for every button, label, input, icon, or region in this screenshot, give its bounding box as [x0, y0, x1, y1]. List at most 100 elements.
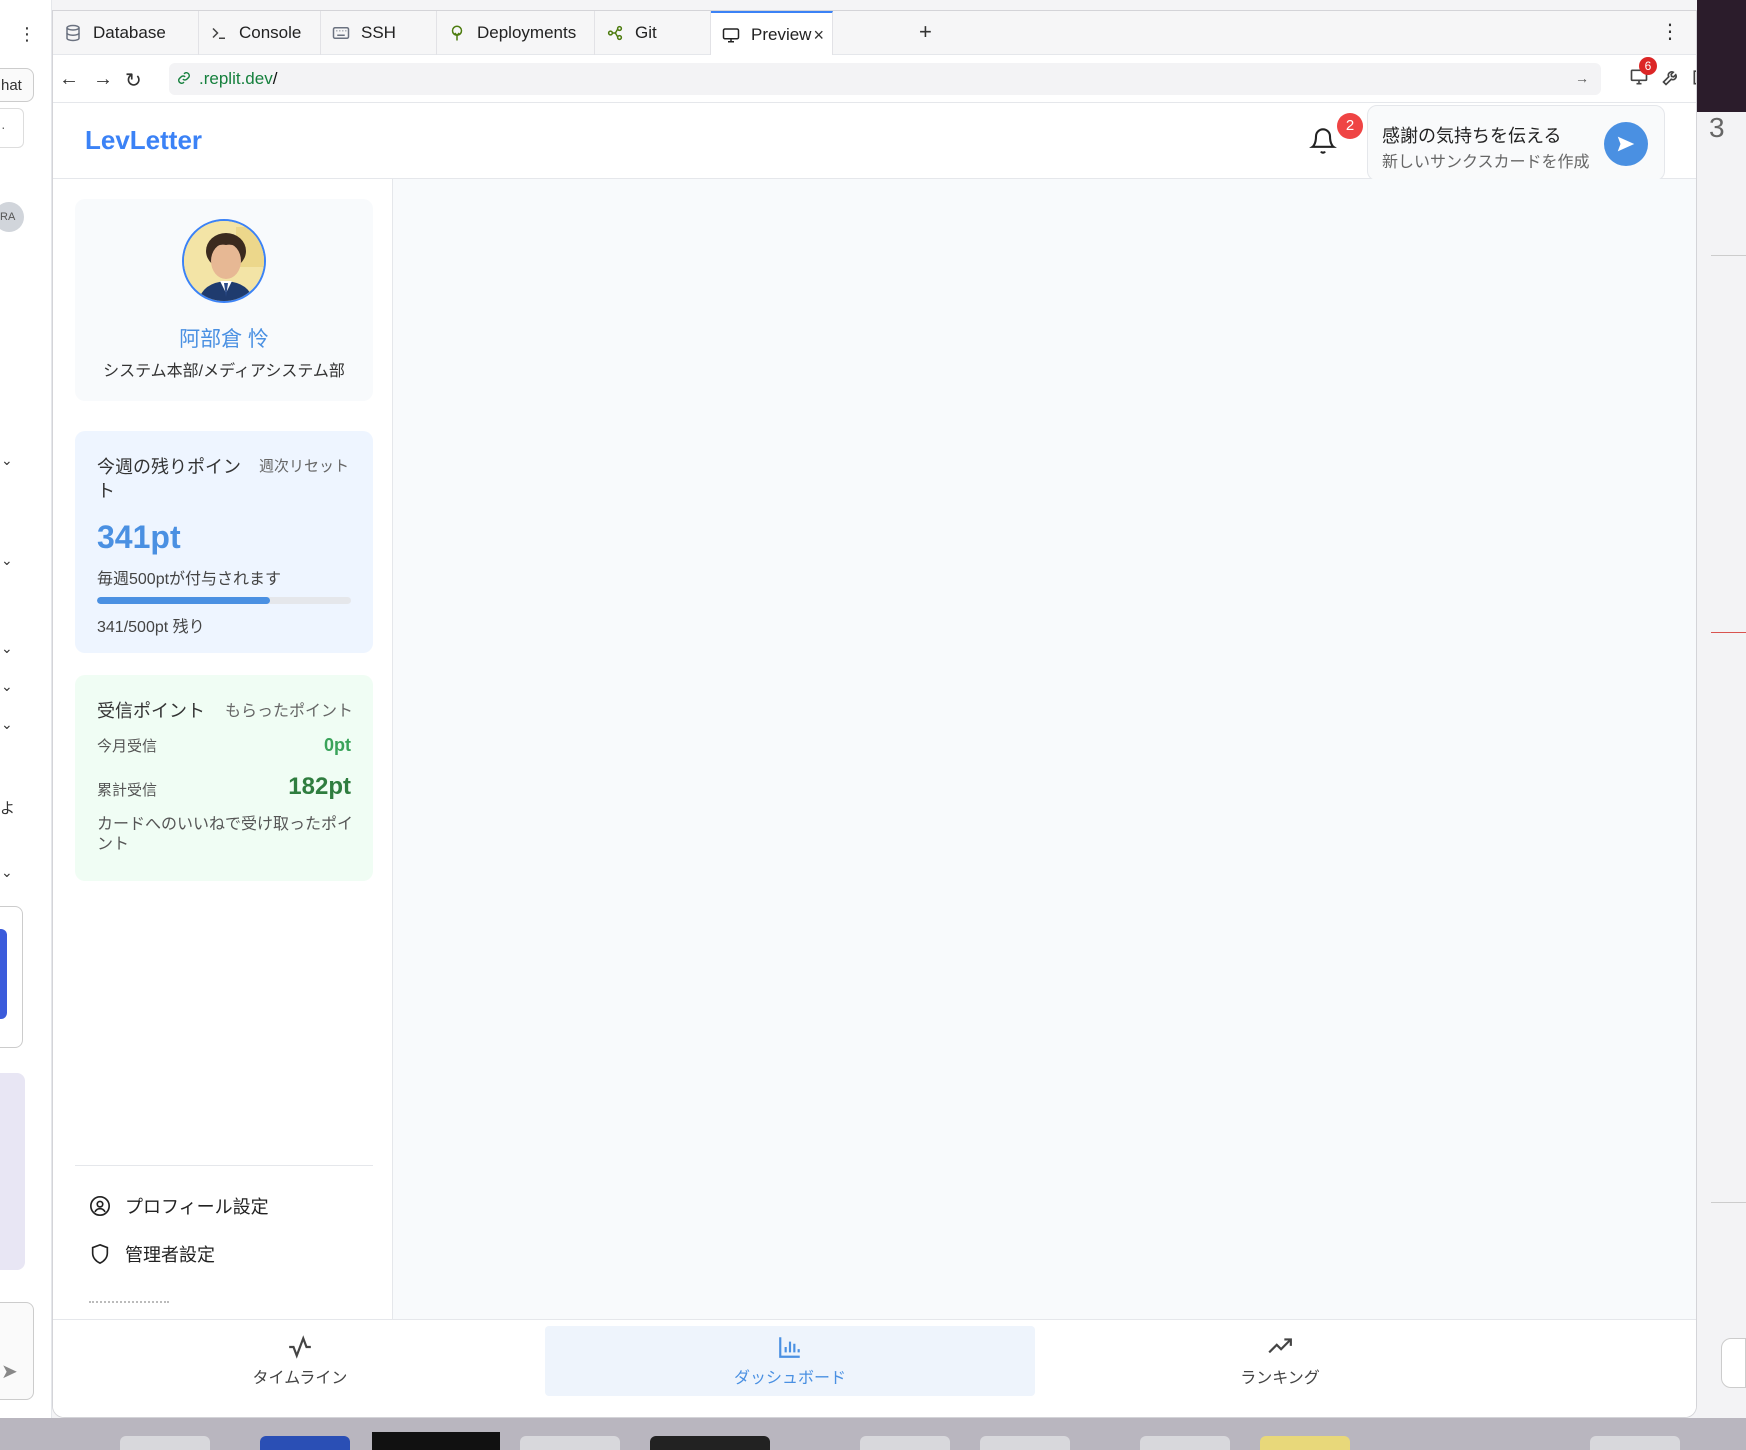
brand-logo[interactable]: LevLetter [85, 125, 202, 156]
more-vertical-icon[interactable]: ⋮ [1660, 19, 1680, 44]
more-vertical-icon[interactable]: ⋮ [18, 24, 36, 45]
chat-button[interactable]: hat [0, 68, 34, 102]
dock-item[interactable] [1590, 1436, 1680, 1450]
total-received-value: 182pt [288, 773, 351, 800]
dock-item[interactable] [980, 1436, 1070, 1450]
desktop-partial-widget[interactable] [1721, 1338, 1746, 1388]
menu-admin-settings[interactable]: 管理者設定 [89, 1241, 215, 1267]
replit-pane: Database Console SSH Deployments Git Pre… [52, 10, 1697, 1418]
reload-icon[interactable]: ↻ [125, 68, 142, 93]
nav-label: タイムライン [252, 1370, 348, 1387]
add-tab-button[interactable]: + [919, 19, 932, 45]
divider [75, 1165, 373, 1166]
dock-item[interactable] [1140, 1436, 1230, 1450]
avatar[interactable]: RA [0, 202, 24, 232]
cta-title: 感謝の気持ちを伝える [1382, 126, 1562, 146]
bar-chart-icon [779, 1337, 800, 1358]
forward-icon[interactable]: → [93, 68, 113, 91]
received-points-card: 受信ポイント もらったポイント 今月受信 0pt 累計受信 182pt カードへ… [75, 675, 373, 881]
dock-item[interactable] [260, 1436, 350, 1450]
nav-label: ダッシュボード [733, 1370, 846, 1387]
profile-name[interactable]: 阿部倉 怜 [75, 323, 373, 353]
weekly-note: 毎週500ptが付与されます [97, 571, 282, 588]
send-icon[interactable]: ➤ [1, 1359, 18, 1384]
notification-badge: 2 [1337, 113, 1363, 139]
menu-profile-settings[interactable]: プロフィール設定 [89, 1193, 269, 1219]
app-root: LevLetter 2 感謝の気持ちを伝える 新しいサンクスカードを作成 阿部倉… [53, 103, 1696, 1417]
partial-box[interactable]: · [0, 108, 24, 148]
link-icon [177, 70, 191, 90]
tab-ssh[interactable]: SSH [321, 11, 437, 55]
app-header: LevLetter 2 感謝の気持ちを伝える 新しいサンクスカードを作成 [53, 103, 1696, 181]
profile-card: 阿部倉 怜 システム本部/メディアシステム部 [75, 199, 373, 401]
bell-icon[interactable] [1309, 127, 1337, 155]
tab-database[interactable]: Database [53, 11, 199, 55]
chat-input[interactable]: ➤ [0, 1302, 34, 1400]
weekly-title: 今週の残りポイント [97, 457, 241, 501]
git-icon [605, 23, 625, 43]
wrench-icon[interactable] [1661, 67, 1683, 89]
tab-label: Console [239, 23, 302, 42]
nav-ranking[interactable]: ランキング [1035, 1326, 1525, 1396]
bottom-nav: タイムライン ダッシュボード ランキング [53, 1319, 1696, 1417]
tab-console[interactable]: Console [199, 11, 321, 55]
partial-card[interactable] [0, 906, 23, 1048]
tab-preview[interactable]: Preview × [711, 11, 833, 56]
profile-department: システム本部/メディアシステム部 [103, 363, 345, 380]
close-icon[interactable]: × [813, 25, 824, 46]
sidebar: 阿部倉 怜 システム本部/メディアシステム部 今週の残りポイント 週次リセット … [53, 179, 393, 1319]
chevron-down-icon[interactable]: ⌄ [1, 678, 13, 695]
url-input[interactable]: .replit.dev/ → [169, 63, 1601, 95]
menu-label: 管理者設定 [125, 1245, 215, 1265]
tab-git[interactable]: Git [595, 11, 711, 55]
chevron-down-icon[interactable]: ⌄ [1, 716, 13, 733]
received-subtitle: もらったポイント [225, 703, 354, 720]
nav-timeline[interactable]: タイムライン [55, 1326, 545, 1396]
go-icon[interactable]: → [1575, 70, 1589, 86]
partial-text: よ [0, 800, 16, 817]
weekly-remaining: 341/500pt 残り [97, 619, 205, 636]
nav-dashboard[interactable]: ダッシュボード [545, 1326, 1035, 1396]
month-received-value: 0pt [324, 735, 351, 755]
tab-label: Git [635, 23, 657, 42]
cta-subtitle: 新しいサンクスカードを作成 [1382, 154, 1590, 171]
dock-item[interactable] [650, 1436, 770, 1450]
deployments-icon [447, 23, 467, 43]
progress-fill [97, 597, 271, 604]
chevron-down-icon[interactable]: ⌄ [1, 552, 13, 569]
chevron-down-icon[interactable]: ⌄ [1, 640, 13, 657]
send-icon[interactable] [1604, 122, 1648, 166]
tab-label: SSH [361, 23, 396, 42]
tab-label: Preview [751, 24, 812, 44]
address-bar: ← → ↻ .replit.dev/ → 6 [53, 55, 1696, 103]
dock-item[interactable] [372, 1432, 500, 1450]
nav-label: ランキング [1240, 1370, 1320, 1387]
create-card-button[interactable]: 感謝の気持ちを伝える 新しいサンクスカードを作成 [1367, 105, 1665, 181]
dock-item[interactable] [860, 1436, 950, 1450]
tab-label: Database [93, 23, 166, 42]
dock-item[interactable] [120, 1436, 210, 1450]
chevron-down-icon[interactable]: ⌄ [1, 864, 13, 881]
external-link-icon[interactable] [1691, 67, 1696, 89]
chevron-down-icon[interactable]: ⌄ [1, 452, 13, 469]
user-circle-icon [90, 1196, 110, 1216]
avatar[interactable] [182, 219, 266, 303]
monitor-icon [721, 25, 741, 45]
devtools-badge: 6 [1639, 57, 1657, 75]
dock-item[interactable] [520, 1436, 620, 1450]
tab-deployments[interactable]: Deployments [437, 11, 595, 55]
keyboard-icon [331, 23, 351, 43]
weekly-points-card: 今週の残りポイント 週次リセット 341pt 毎週500ptが付与されます 34… [75, 431, 373, 653]
main-content [393, 179, 1696, 1319]
back-icon[interactable]: ← [59, 68, 79, 91]
menu-overflow-peek [89, 1301, 169, 1311]
activity-icon [289, 1335, 311, 1359]
weekly-progress-bar [97, 597, 351, 604]
desktop-right-edge: 3 [1697, 0, 1746, 1450]
weekly-points-value: 341pt [97, 519, 181, 555]
partial-panel [0, 1073, 25, 1270]
dock-item[interactable] [1260, 1436, 1350, 1450]
tab-label: Deployments [477, 23, 577, 42]
dock [0, 1418, 1746, 1450]
trending-up-icon [1268, 1338, 1292, 1354]
